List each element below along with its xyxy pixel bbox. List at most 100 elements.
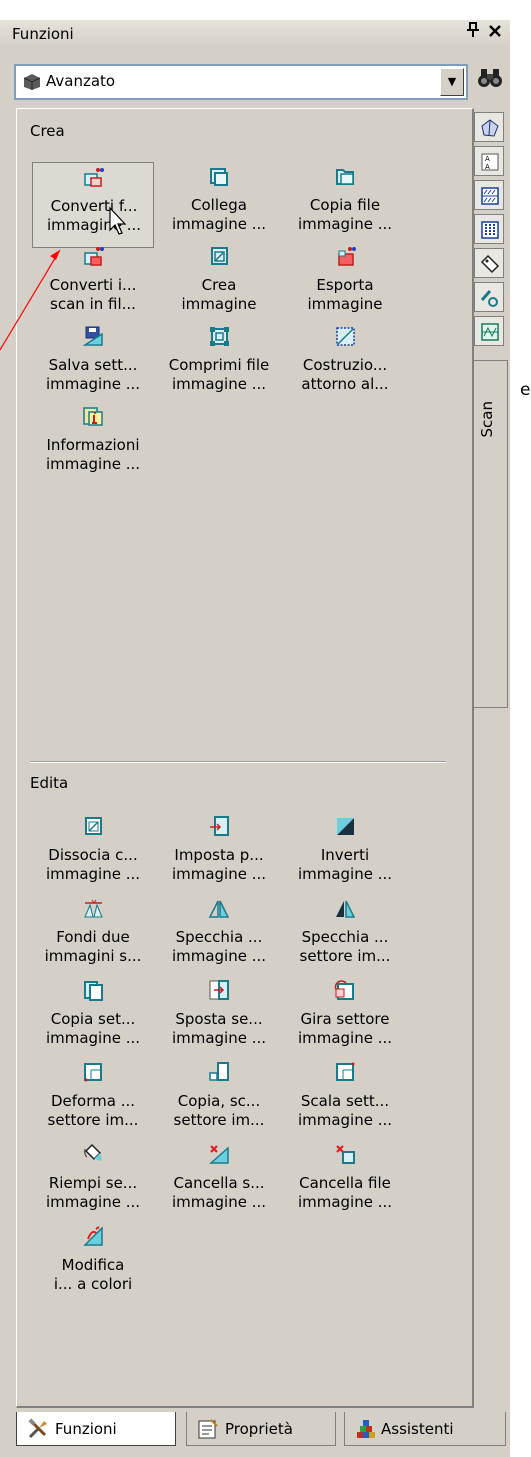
binoculars-icon[interactable] [474, 66, 506, 98]
rotate-sector-icon [334, 980, 354, 1000]
side-tab-measure[interactable] [474, 282, 504, 312]
tab-funzioni-label: Funzioni [55, 1420, 117, 1438]
crea-item[interactable]: Converti i... scan in fil... [32, 242, 154, 328]
side-tab-scan-icon[interactable] [474, 316, 504, 346]
export-image-icon [338, 247, 356, 266]
link-image-icon [210, 168, 228, 186]
edita-item-label-1: Sposta se... [175, 1010, 263, 1028]
crea-item-label-1: Converti i... [49, 276, 137, 294]
edita-item-label-2: immagine ... [297, 1111, 393, 1129]
text-icon: AA [481, 153, 499, 171]
edita-item-label-2: immagine ... [171, 1029, 267, 1047]
edita-item[interactable]: Cancella file immagine ... [284, 1140, 406, 1226]
tab-proprieta[interactable]: Proprietà [186, 1412, 336, 1446]
edita-item[interactable]: Imposta p... immagine ... [158, 812, 280, 898]
tab-funzioni[interactable]: Funzioni [16, 1412, 176, 1446]
edita-item[interactable]: Gira settore immagine ... [284, 976, 406, 1062]
edita-item-label-2: immagine ... [45, 865, 141, 883]
edita-item[interactable]: Scala sett... immagine ... [284, 1058, 406, 1144]
edita-item[interactable]: Inverti immagine ... [284, 812, 406, 898]
side-tab-hatch[interactable] [474, 180, 504, 210]
side-tab-3d[interactable] [474, 112, 504, 142]
title-bar: Funzioni [0, 20, 510, 49]
crea-item-label-1: Salva sett... [48, 356, 138, 374]
crea-item-label-2: immagine [307, 295, 383, 313]
crea-item-label-1: Costruzio... [302, 356, 388, 374]
dropdown-arrow-icon[interactable]: ▼ [440, 68, 464, 96]
edita-item-label-1: Fondi due [56, 928, 130, 946]
crea-item[interactable]: Costruzio... attorno al... [284, 322, 406, 408]
crea-item[interactable]: Crea immagine [158, 242, 280, 328]
crea-item-label-1: Crea [201, 276, 237, 294]
crea-item[interactable]: Salva sett... immagine ... [32, 322, 154, 408]
tab-proprieta-label: Proprietà [225, 1420, 293, 1438]
edita-item-label-2: immagine ... [171, 865, 267, 883]
solid-icon [481, 119, 499, 137]
edita-item[interactable]: Cancella s... immagine ... [158, 1140, 280, 1226]
section-title-edita: Edita [30, 774, 69, 792]
invert-icon [337, 818, 354, 835]
crea-item[interactable]: Esporta immagine [284, 242, 406, 328]
crea-item-label-2: immagine ... [297, 215, 393, 233]
convert-image-icon [84, 168, 104, 187]
crea-item-label-2: attorno al... [301, 375, 389, 393]
compress-file-icon [210, 327, 229, 346]
edita-item[interactable]: Copia, sc... settore im... [158, 1058, 280, 1144]
edita-item-label-2: immagini s... [44, 947, 142, 965]
crea-item[interactable]: Converti f... immagine ... [32, 162, 154, 248]
side-tab-label[interactable] [474, 248, 504, 278]
crea-item-label-2: immagine ... [46, 216, 142, 234]
tools-icon [28, 1418, 47, 1439]
edita-item[interactable]: Modifica i... a colori [32, 1222, 154, 1308]
properties-icon [198, 1419, 218, 1439]
edita-item[interactable]: Riempi se... immagine ... [32, 1140, 154, 1226]
crea-item[interactable]: Collega immagine ... [158, 162, 280, 248]
assistants-icon [357, 1420, 375, 1438]
side-tab-text[interactable]: AA [474, 146, 504, 176]
edita-item-label-2: immagine ... [171, 1193, 267, 1211]
edita-item[interactable]: Fondi due immagini s... [32, 894, 154, 980]
edita-item-label-2: immagine ... [45, 1193, 141, 1211]
mode-select-value: Avanzato [46, 72, 116, 90]
edita-item-label-1: Specchia ... [175, 928, 263, 946]
crea-item-label-2: scan in fil... [50, 295, 136, 313]
edita-item[interactable]: Deforma ... settore im... [32, 1058, 154, 1144]
edita-item[interactable]: Specchia ... settore im... [284, 894, 406, 980]
crea-item[interactable]: Comprimi file immagine ... [158, 322, 280, 408]
side-tab-grid[interactable] [474, 214, 504, 244]
copy-scale-icon [209, 1062, 229, 1081]
edita-item[interactable]: Dissocia c... immagine ... [32, 812, 154, 898]
pin-icon[interactable] [463, 22, 483, 44]
edita-item-label-2: settore im... [47, 1111, 139, 1129]
edita-item-label-2: immagine ... [297, 1029, 393, 1047]
edita-item-label-1: Gira settore [300, 1010, 390, 1028]
info-image-icon [83, 407, 103, 426]
side-tab-scan-label: Scan [478, 401, 496, 438]
edita-item-label-1: Copia set... [50, 1010, 136, 1028]
tab-assistenti[interactable]: Assistenti [344, 1412, 506, 1446]
crea-item[interactable]: Informazioni immagine ... [32, 402, 154, 488]
delete-sector-icon [209, 1145, 229, 1164]
mode-select[interactable]: Avanzato ▼ [14, 64, 468, 100]
cube-icon [23, 74, 41, 90]
close-icon[interactable] [485, 22, 505, 44]
move-sector-icon [209, 980, 229, 1000]
edita-item-label-2: immagine ... [45, 1029, 141, 1047]
edita-item-label-2: settore im... [299, 947, 391, 965]
hatch-icon [481, 187, 499, 205]
edita-item-label-1: Cancella file [299, 1174, 391, 1192]
convert-scan-icon [84, 247, 104, 266]
edita-item-label-1: Deforma ... [50, 1092, 136, 1110]
measure-icon [480, 290, 498, 307]
crea-item-label-2: immagine ... [171, 375, 267, 393]
edita-item[interactable]: Copia set... immagine ... [32, 976, 154, 1062]
crea-item[interactable]: Copia file immagine ... [284, 162, 406, 248]
edita-item-label-2: immagine ... [171, 947, 267, 965]
mirror-sector-icon [336, 900, 356, 918]
edita-item[interactable]: Specchia ... immagine ... [158, 894, 280, 980]
crea-item-label-2: immagine ... [45, 375, 141, 393]
delete-file-icon [336, 1145, 355, 1164]
edita-item[interactable]: Sposta se... immagine ... [158, 976, 280, 1062]
edita-item-label-1: Inverti [320, 846, 370, 864]
side-tab-scan[interactable]: Scan [474, 360, 508, 708]
